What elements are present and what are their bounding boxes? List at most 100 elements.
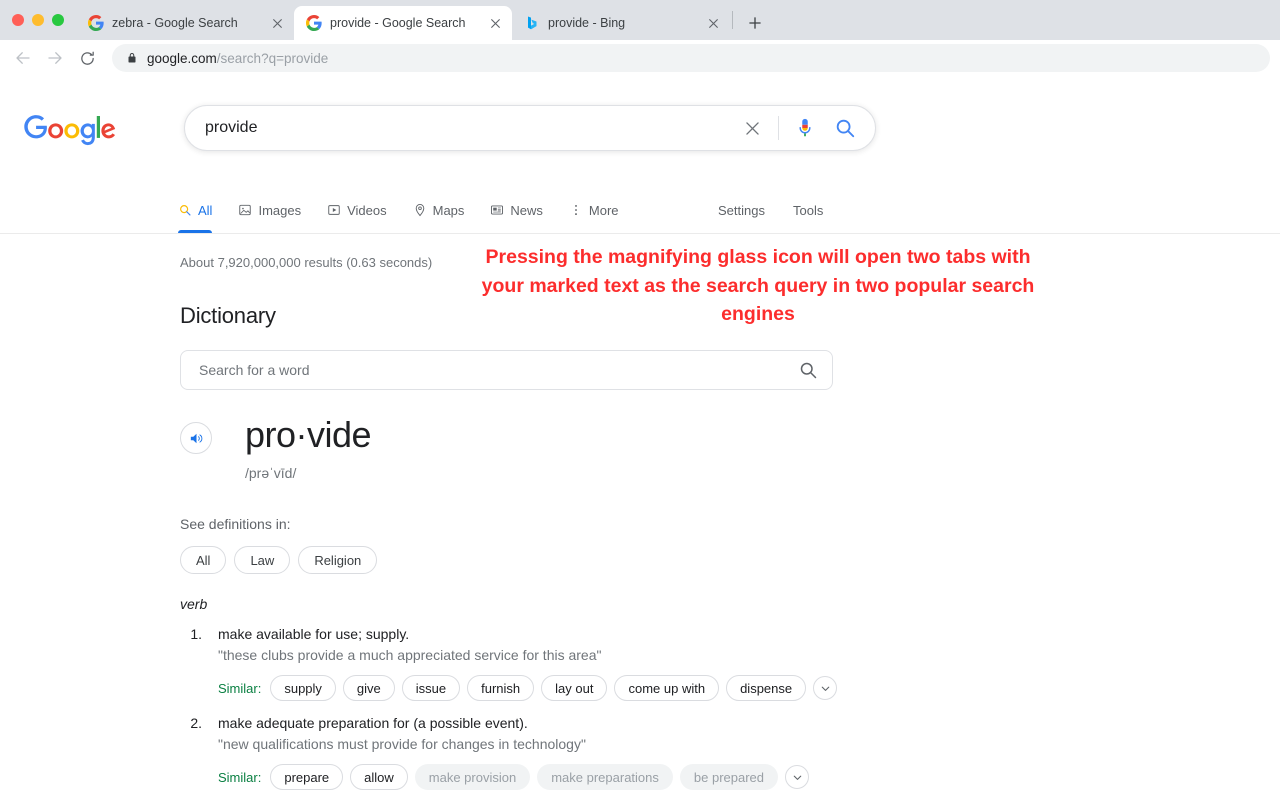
headword: pro·vide — [245, 414, 372, 455]
browser-chrome: zebra - Google Search provide - Google S… — [0, 0, 1280, 77]
similar-chip[interactable]: be prepared — [679, 764, 779, 790]
search-box-divider — [778, 116, 779, 140]
definition-example: "new qualifications must provide for cha… — [218, 736, 586, 752]
speaker-icon[interactable] — [180, 422, 212, 454]
annotation-callout: Pressing the magnifying glass icon will … — [481, 246, 1035, 325]
similar-chip[interactable]: make provision — [414, 764, 531, 790]
definition-number: 2. — [190, 715, 202, 731]
image-icon — [238, 203, 252, 220]
google-header: provide — [0, 77, 1280, 195]
google-search-box[interactable]: provide — [184, 105, 876, 151]
search-input[interactable]: provide — [205, 118, 738, 138]
similar-chip[interactable]: allow — [350, 764, 408, 790]
tab-news[interactable]: News — [490, 195, 559, 227]
word-search-input-placeholder[interactable]: Search for a word — [199, 362, 798, 378]
google-search-page: provide All Images Videos Maps News More… — [0, 77, 1280, 800]
filter-chip-religion[interactable]: Religion — [298, 546, 378, 574]
close-icon[interactable] — [704, 14, 722, 32]
tab-label: Maps — [432, 203, 465, 218]
similar-chip[interactable]: issue — [401, 675, 461, 701]
search-icon[interactable] — [798, 360, 818, 380]
tab-separator — [732, 11, 733, 29]
definition-text: make available for use; supply. — [218, 626, 410, 642]
similar-chip[interactable]: give — [342, 675, 395, 701]
google-icon — [88, 15, 104, 31]
definition-filter-chips: All Law Religion — [180, 546, 1280, 574]
tools-link[interactable]: Tools — [793, 195, 823, 227]
settings-link[interactable]: Settings — [718, 195, 765, 227]
tab-title: zebra - Google Search — [112, 16, 238, 30]
similar-chip[interactable]: dispense — [726, 675, 807, 701]
browser-tab-zebra[interactable]: zebra - Google Search — [76, 6, 294, 40]
tab-all[interactable]: All — [178, 195, 228, 233]
tab-videos[interactable]: Videos — [327, 195, 403, 227]
tab-more[interactable]: More — [569, 195, 635, 227]
similar-chip[interactable]: lay out — [541, 675, 608, 701]
similar-chip[interactable]: prepare — [270, 764, 344, 790]
google-icon — [306, 15, 322, 31]
tab-label: More — [588, 203, 619, 218]
tab-title: provide - Bing — [548, 16, 626, 30]
definition-body: make adequate preparation for (a possibl… — [218, 714, 810, 790]
google-logo[interactable] — [24, 115, 116, 146]
search-nav-tabs: All Images Videos Maps News More — [178, 195, 645, 233]
address-bar[interactable]: google.com/search?q=provide — [112, 44, 1270, 72]
new-tab-button[interactable] — [741, 9, 769, 37]
tab-strip: zebra - Google Search provide - Google S… — [0, 0, 1280, 40]
definition-body: make available for use; supply. "these c… — [218, 625, 838, 701]
similar-chip[interactable]: supply — [270, 675, 336, 701]
url-path: /search?q=provide — [216, 50, 329, 66]
lock-icon — [126, 52, 138, 64]
tab-label: Images — [258, 203, 302, 218]
definition-example: "these clubs provide a much appreciated … — [218, 647, 602, 663]
similar-chip[interactable]: make preparations — [537, 764, 673, 790]
close-icon[interactable] — [738, 114, 766, 142]
similar-label: Similar: — [218, 680, 262, 696]
definition-item: 2. make adequate preparation for (a poss… — [180, 714, 1280, 790]
similar-words-row: Similar: supply give issue furnish lay o… — [218, 675, 838, 701]
word-block: pro·vide /prəˈvīd/ — [180, 415, 1280, 481]
browser-toolbar: google.com/search?q=provide — [0, 40, 1280, 76]
tab-label: Videos — [347, 203, 387, 218]
pin-icon — [413, 203, 427, 220]
active-tab-indicator — [178, 230, 213, 233]
address-bar-url: google.com/search?q=provide — [147, 51, 328, 66]
tab-title: provide - Google Search — [330, 16, 466, 30]
window-maximize-button[interactable] — [52, 14, 64, 26]
back-arrow-icon[interactable] — [8, 43, 38, 73]
filter-chip-all[interactable]: All — [180, 546, 227, 574]
url-host: google.com — [147, 50, 217, 66]
tab-images[interactable]: Images — [238, 195, 317, 227]
filter-chip-law[interactable]: Law — [234, 546, 291, 574]
window-controls — [8, 0, 76, 40]
news-icon — [490, 203, 504, 220]
browser-tab-provide-google[interactable]: provide - Google Search — [294, 6, 512, 40]
part-of-speech: verb — [180, 596, 208, 612]
search-icon — [178, 203, 192, 220]
window-close-button[interactable] — [12, 14, 24, 26]
search-nav-row: All Images Videos Maps News More Setting… — [0, 195, 1280, 233]
word-text-wrap: pro·vide /prəˈvīd/ — [245, 414, 372, 482]
chevron-down-icon[interactable] — [813, 676, 838, 700]
window-minimize-button[interactable] — [32, 14, 44, 26]
kebab-menu-icon — [569, 203, 583, 220]
word-search-box[interactable]: Search for a word — [180, 350, 833, 390]
forward-arrow-icon[interactable] — [40, 43, 70, 73]
similar-words-row: Similar: prepare allow make provision ma… — [218, 764, 810, 790]
close-icon[interactable] — [268, 14, 286, 32]
reload-icon[interactable] — [72, 43, 102, 73]
similar-chip[interactable]: come up with — [614, 675, 720, 701]
search-icon[interactable] — [831, 114, 859, 142]
bing-icon — [524, 15, 540, 31]
definition-number: 1. — [190, 626, 202, 642]
tab-label: All — [198, 203, 213, 218]
definition-item: 1. make available for use; supply. "thes… — [180, 625, 1280, 701]
microphone-icon[interactable] — [791, 114, 819, 142]
chevron-down-icon[interactable] — [785, 765, 810, 789]
similar-chip[interactable]: furnish — [467, 675, 535, 701]
close-icon[interactable] — [486, 14, 504, 32]
search-nav-right: Settings Tools — [718, 195, 823, 227]
tab-maps[interactable]: Maps — [413, 195, 481, 227]
phonetic-transcription: /prəˈvīd/ — [245, 465, 297, 481]
browser-tab-provide-bing[interactable]: provide - Bing — [512, 6, 730, 40]
